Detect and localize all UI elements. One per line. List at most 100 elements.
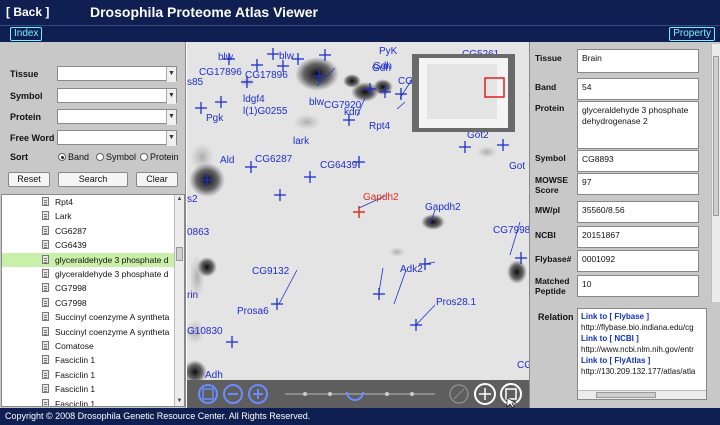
list-item[interactable]: Succinyl coenzyme A syntheta bbox=[2, 310, 174, 324]
spot-label[interactable]: lark bbox=[293, 136, 310, 147]
chevron-down-icon[interactable]: ▼ bbox=[166, 89, 176, 104]
spot-label[interactable]: Adh bbox=[205, 370, 223, 380]
document-icon bbox=[42, 355, 49, 365]
list-item-label: CG6287 bbox=[55, 225, 87, 236]
list-item[interactable]: Succinyl coenzyme A syntheta bbox=[2, 325, 174, 339]
spot-label[interactable]: Adk2 bbox=[400, 264, 423, 275]
spot-label[interactable]: Pros28.1 bbox=[436, 297, 476, 308]
selected-spot-label[interactable]: Gapdh2 bbox=[363, 192, 399, 203]
index-button[interactable]: Index bbox=[10, 27, 43, 41]
result-list[interactable]: Rpt4 Lark CG6287 CG6439 glyceraldehyde 3 pho… bbox=[1, 194, 185, 407]
gel-viewer[interactable]: blwblwCG17896CG17896GdhPyKGdhCG74CG5261l… bbox=[187, 42, 529, 380]
list-item-label: Succinyl coenzyme A syntheta bbox=[55, 312, 170, 323]
list-item[interactable]: glyceraldehyde 3 phosphate d bbox=[2, 267, 174, 281]
document-icon bbox=[42, 398, 49, 406]
radio-dot-icon bbox=[140, 153, 148, 161]
chevron-down-icon[interactable]: ▼ bbox=[166, 110, 176, 125]
spot-label[interactable]: Prosa6 bbox=[237, 306, 269, 317]
list-item[interactable]: Rpt4 bbox=[2, 195, 174, 209]
scrollbar-thumb[interactable] bbox=[596, 392, 656, 398]
spot-label[interactable]: CG bbox=[517, 360, 529, 371]
scroll-down-icon[interactable]: ▼ bbox=[175, 397, 184, 406]
scroll-up-icon[interactable]: ▲ bbox=[175, 195, 184, 204]
tissue-select[interactable]: ▼ bbox=[57, 66, 177, 82]
relation-scrollbar[interactable] bbox=[578, 390, 706, 399]
spot-label[interactable]: CG9132 bbox=[252, 266, 290, 277]
spot-label[interactable]: Rpt4 bbox=[369, 121, 391, 132]
list-item-label: Lark bbox=[55, 211, 72, 222]
spot-label[interactable]: G10830 bbox=[187, 326, 223, 337]
spot-label[interactable]: Pgk bbox=[206, 113, 224, 124]
list-item-label: Succinyl coenzyme A syntheta bbox=[55, 326, 170, 337]
scrollbar-thumb[interactable] bbox=[713, 56, 719, 216]
property-scrollbar[interactable] bbox=[711, 44, 720, 302]
spot-label[interactable]: CG6439 bbox=[320, 160, 358, 171]
search-panel: Tissue ▼ Symbol ▼ Protein ▼ Free Word ▼ … bbox=[0, 42, 186, 408]
list-item[interactable]: Fasciclin 1 bbox=[2, 368, 174, 382]
slider-thumb[interactable] bbox=[346, 391, 364, 401]
sort-band-radio[interactable]: Band bbox=[58, 152, 89, 162]
spot-label[interactable]: kdn bbox=[344, 107, 360, 118]
symbol-select[interactable]: ▼ bbox=[57, 88, 177, 104]
list-item[interactable]: glyceraldehyde 3 phosphate d bbox=[2, 252, 174, 267]
protein-select[interactable]: ▼ bbox=[57, 109, 177, 125]
list-item[interactable]: CG7998 bbox=[2, 281, 174, 295]
spot-label[interactable]: CG6287 bbox=[255, 154, 293, 165]
spot-label[interactable]: ldgf4 bbox=[243, 94, 265, 105]
spot-label[interactable]: blw bbox=[309, 97, 325, 108]
spot-label[interactable]: Gdh bbox=[373, 61, 392, 72]
list-item[interactable]: CG7998 bbox=[2, 296, 174, 310]
document-icon bbox=[42, 254, 49, 264]
chevron-down-icon[interactable]: ▼ bbox=[166, 131, 176, 146]
chevron-down-icon[interactable]: ▼ bbox=[166, 67, 176, 82]
move-icon[interactable] bbox=[474, 383, 496, 405]
spot-label[interactable]: l(1)G0255 bbox=[243, 106, 288, 117]
spot-label[interactable]: Ald bbox=[220, 155, 234, 166]
symbol-value: CG8893 bbox=[577, 150, 699, 172]
property-button[interactable]: Property bbox=[669, 27, 715, 41]
spot-label[interactable]: Got bbox=[509, 161, 525, 172]
list-scrollbar[interactable]: ▲ ▼ bbox=[174, 195, 184, 406]
zoom-in-icon[interactable] bbox=[248, 384, 268, 404]
app-window: [ Back ] Drosophila Proteome Atlas Viewe… bbox=[0, 0, 720, 425]
list-item[interactable]: Fasciclin 1 bbox=[2, 382, 174, 396]
list-item[interactable]: CG6439 bbox=[2, 238, 174, 252]
flybase-link[interactable]: Link to [ Flybase ] bbox=[581, 311, 703, 322]
zoom-out-icon[interactable] bbox=[223, 384, 243, 404]
free-word-input[interactable]: ▼ bbox=[57, 130, 177, 146]
spot-label[interactable]: blw bbox=[218, 52, 234, 63]
locator-thumbnail[interactable] bbox=[412, 54, 515, 132]
spot-label[interactable]: PyK bbox=[379, 46, 398, 57]
spot-label[interactable]: 0863 bbox=[187, 227, 210, 238]
scrollbar-thumb[interactable] bbox=[176, 247, 183, 261]
document-icon bbox=[42, 384, 49, 394]
spot-label[interactable]: s2 bbox=[187, 194, 198, 205]
band-value: 54 bbox=[577, 78, 699, 100]
spot-label[interactable]: CG17896 bbox=[199, 67, 242, 78]
spot-label[interactable]: s85 bbox=[187, 77, 204, 88]
sort-symbol-radio[interactable]: Symbol bbox=[96, 152, 136, 162]
gel-image[interactable]: blwblwCG17896CG17896GdhPyKGdhCG74CG5261l… bbox=[187, 42, 529, 380]
spot-label[interactable]: blw bbox=[279, 51, 295, 62]
spot-label[interactable]: CG17896 bbox=[245, 70, 288, 81]
back-button[interactable]: [ Back ] bbox=[6, 5, 49, 19]
fit-icon[interactable] bbox=[198, 384, 218, 404]
list-item[interactable]: Fasciclin 1 bbox=[2, 353, 174, 367]
clear-button[interactable]: Clear bbox=[136, 172, 178, 187]
list-item[interactable]: CG6287 bbox=[2, 224, 174, 238]
list-item[interactable]: Lark bbox=[2, 209, 174, 223]
sort-protein-radio[interactable]: Protein bbox=[140, 152, 179, 162]
spot-label[interactable]: CG7998 bbox=[493, 225, 529, 236]
list-item[interactable]: Comatose bbox=[2, 339, 174, 353]
document-icon bbox=[42, 269, 49, 278]
spot-label[interactable]: rin bbox=[187, 290, 198, 301]
reset-button[interactable]: Reset bbox=[8, 172, 50, 187]
swap-icon[interactable] bbox=[449, 384, 469, 404]
flyatlas-link[interactable]: Link to [ FlyAtlas ] bbox=[581, 355, 703, 366]
spot-label[interactable]: Gapdh2 bbox=[425, 202, 461, 213]
list-item[interactable]: Fasciclin 1 bbox=[2, 397, 174, 406]
document-icon bbox=[42, 283, 49, 293]
zoom-slider[interactable] bbox=[285, 391, 435, 401]
ncbi-link[interactable]: Link to [ NCBI ] bbox=[581, 333, 703, 344]
search-button[interactable]: Search bbox=[58, 172, 128, 187]
